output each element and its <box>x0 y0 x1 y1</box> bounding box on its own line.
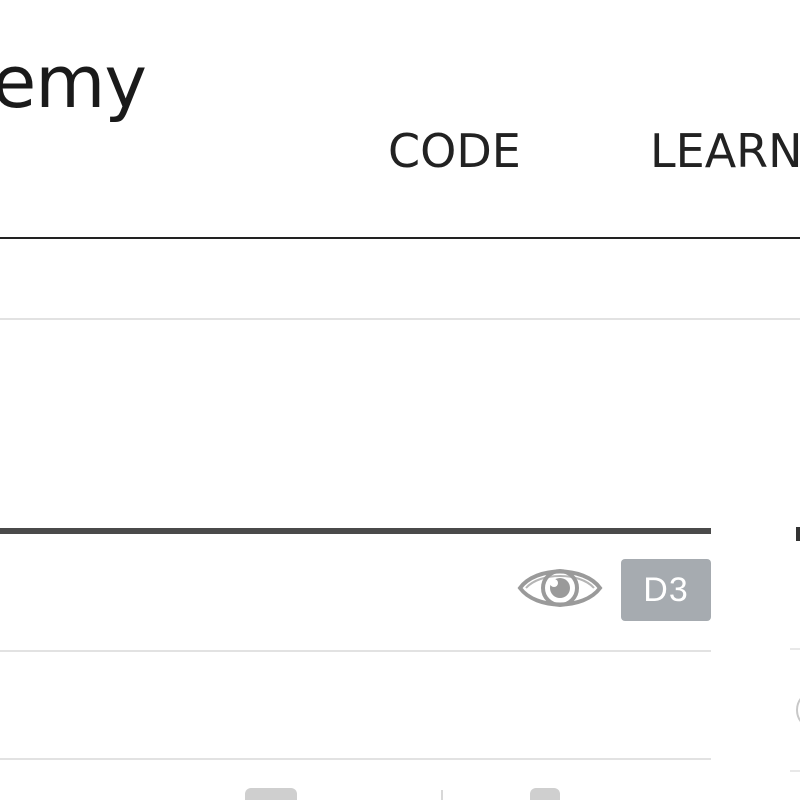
nav-item-code[interactable]: CODE <box>388 128 521 174</box>
sidebar-divider <box>790 770 800 772</box>
card-top-border <box>0 528 711 534</box>
page: emy CODE LEARN D3 <box>0 0 800 800</box>
subheader-divider <box>0 318 800 320</box>
cropped-text-fragment <box>530 788 560 800</box>
header-divider <box>0 237 800 239</box>
eye-icon[interactable] <box>516 560 604 616</box>
site-logo[interactable]: emy <box>0 46 147 118</box>
sidebar-avatar-fragment[interactable] <box>796 690 800 730</box>
row-divider <box>0 650 711 652</box>
sidebar-divider <box>790 648 800 650</box>
column-divider <box>441 790 443 800</box>
cropped-text-fragment <box>245 788 297 800</box>
tag-badge[interactable]: D3 <box>621 559 711 621</box>
row-divider <box>0 758 711 760</box>
nav-item-learn[interactable]: LEARN <box>650 128 800 174</box>
sidebar-heading-fragment <box>796 527 800 541</box>
